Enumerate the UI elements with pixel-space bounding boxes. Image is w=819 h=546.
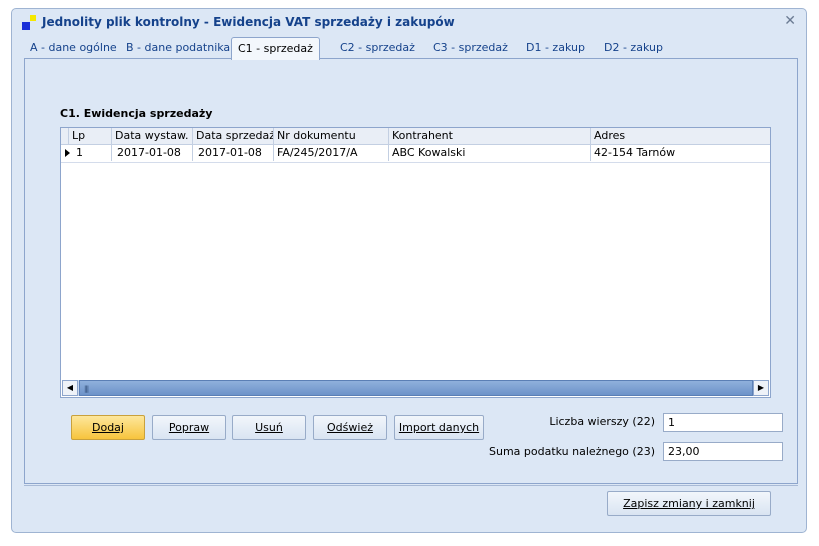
cell-lp[interactable]: 1 (73, 145, 112, 161)
window-title: Jednolity plik kontrolny - Ewidencja VAT… (42, 15, 455, 29)
sales-grid[interactable]: Lp Data wystaw. Data sprzedaży Nr dokume… (60, 127, 771, 398)
tab-c3-sprzedaz[interactable]: C3 - sprzedaż (427, 39, 514, 59)
row-indicator-header (61, 128, 69, 144)
tax-sum-field[interactable]: 23,00 (663, 442, 783, 461)
section-title: C1. Ewidencja sprzedaży (60, 107, 213, 120)
column-header-lp[interactable]: Lp (69, 128, 112, 144)
footer-divider (24, 485, 798, 486)
delete-button[interactable]: Usuń (232, 415, 306, 440)
scroll-left-icon[interactable]: ◀ (62, 380, 78, 396)
refresh-button[interactable]: Odśwież (313, 415, 387, 440)
close-icon[interactable]: ✕ (784, 13, 796, 29)
tab-c1-sprzedaz[interactable]: C1 - sprzedaż (231, 37, 320, 60)
cell-data-wystaw[interactable]: 2017-01-08 (112, 145, 193, 161)
tab-b-dane-podatnika[interactable]: B - dane podatnika (120, 39, 236, 59)
tab-strip: A - dane ogólne B - dane podatnika C1 - … (24, 37, 804, 60)
column-header-data-sprzedazy[interactable]: Data sprzedaży (193, 128, 274, 144)
scrollbar-thumb[interactable]: ||| (79, 380, 753, 396)
column-header-nr-dokumentu[interactable]: Nr dokumentu (274, 128, 389, 144)
tab-c2-sprzedaz[interactable]: C2 - sprzedaż (334, 39, 421, 59)
cell-adres[interactable]: 42-154 Tarnów (591, 145, 770, 161)
tab-panel: C1. Ewidencja sprzedaży Lp Data wystaw. … (24, 58, 798, 484)
cell-kontrahent[interactable]: ABC Kowalski (389, 145, 591, 161)
scrollbar-grip-icon: ||| (84, 385, 89, 393)
dialog-window: Jednolity plik kontrolny - Ewidencja VAT… (11, 8, 807, 533)
cell-nr-dokumentu[interactable]: FA/245/2017/A (274, 145, 389, 161)
title-bar: Jednolity plik kontrolny - Ewidencja VAT… (12, 9, 806, 35)
add-button[interactable]: Dodaj (71, 415, 145, 440)
cell-data-sprzedazy[interactable]: 2017-01-08 (193, 145, 274, 161)
tab-d2-zakup[interactable]: D2 - zakup (598, 39, 669, 59)
import-data-button[interactable]: Import danych (394, 415, 484, 440)
app-icon (22, 15, 38, 31)
column-header-adres[interactable]: Adres (591, 128, 770, 144)
column-header-data-wystaw[interactable]: Data wystaw. (112, 128, 193, 144)
tax-sum-label: Suma podatku należnego (23) (489, 445, 655, 458)
current-row-indicator-icon (65, 149, 70, 157)
horizontal-scrollbar[interactable]: ◀ ||| ▶ (62, 380, 769, 396)
edit-button[interactable]: Popraw (152, 415, 226, 440)
scroll-right-icon[interactable]: ▶ (753, 380, 769, 396)
table-row[interactable]: 1 2017-01-08 2017-01-08 FA/245/2017/A AB… (61, 145, 770, 163)
save-and-close-button[interactable]: Zapisz zmiany i zamknij (607, 491, 771, 516)
grid-header: Lp Data wystaw. Data sprzedaży Nr dokume… (61, 128, 770, 145)
tab-d1-zakup[interactable]: D1 - zakup (520, 39, 591, 59)
row-count-label: Liczba wierszy (22) (549, 415, 655, 428)
column-header-kontrahent[interactable]: Kontrahent (389, 128, 591, 144)
tab-a-dane-ogolne[interactable]: A - dane ogólne (24, 39, 123, 59)
row-count-field[interactable]: 1 (663, 413, 783, 432)
